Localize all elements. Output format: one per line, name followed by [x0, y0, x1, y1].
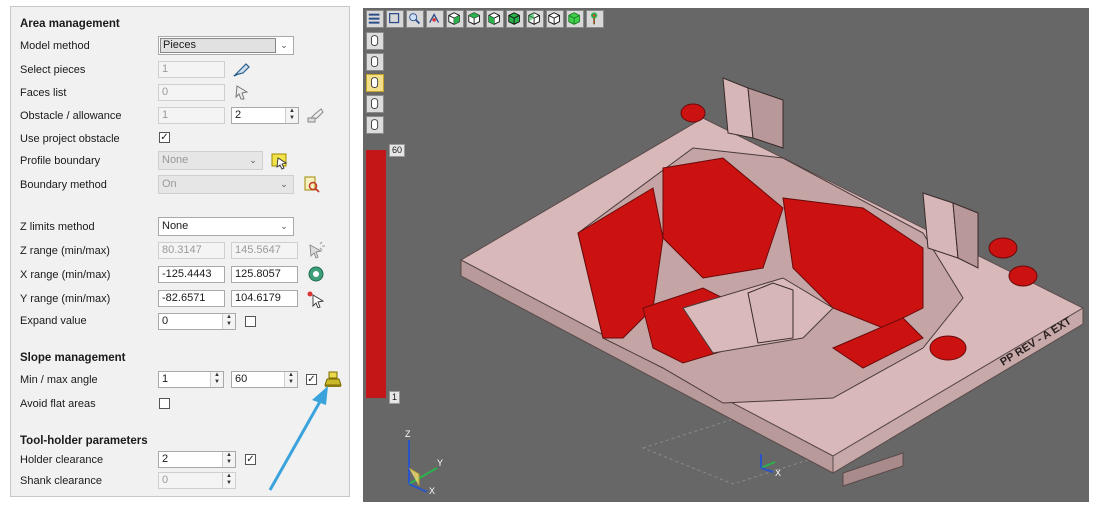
holder-clearance-stepper[interactable]: 2 ▲ ▼ — [158, 451, 236, 468]
shank-clearance-stepper[interactable]: 0 ▲ ▼ — [158, 472, 236, 489]
y-axis-label: Y — [437, 458, 443, 468]
use-project-obstacle-checkbox[interactable]: ✓ — [159, 132, 170, 143]
min-angle-spin-buttons[interactable]: ▲ ▼ — [210, 372, 223, 387]
min-angle-value: 1 — [162, 373, 169, 385]
boundary-method-select[interactable]: On ⌄ — [158, 175, 294, 194]
min-max-angle-label: Min / max angle — [20, 374, 98, 386]
obstacle-allowance-label: Obstacle / allowance — [20, 110, 122, 122]
faces-list-field[interactable]: 0 — [158, 84, 225, 101]
shank-clearance-spin-buttons[interactable]: ▲ ▼ — [222, 473, 235, 488]
max-angle-value: 60 — [235, 373, 248, 385]
z-limits-method-value: None — [162, 220, 189, 232]
z-range-label: Z range (min/max) — [20, 245, 110, 257]
expand-value-stepper[interactable]: 0 ▲ ▼ — [158, 313, 236, 330]
avoid-flat-areas-label: Avoid flat areas — [20, 398, 96, 410]
allowance-value: 2 — [235, 109, 242, 121]
z-limits-method-label: Z limits method — [20, 221, 95, 233]
select-pieces-label: Select pieces — [20, 64, 86, 76]
origin-x-label: X — [775, 468, 781, 478]
faces-list-label: Faces list — [20, 87, 67, 99]
use-project-obstacle-label: Use project obstacle — [20, 133, 120, 145]
model-method-select[interactable]: Pieces ⌄ — [158, 36, 294, 55]
pick-faces-icon[interactable] — [232, 83, 252, 101]
avoid-flat-areas-checkbox[interactable] — [159, 398, 170, 409]
x-range-max-field[interactable]: 125.8057 — [231, 266, 298, 283]
shank-clearance-label: Shank clearance — [20, 475, 102, 487]
allowance-spin-buttons[interactable]: ▲ ▼ — [285, 108, 298, 123]
obstacle-pick-icon[interactable] — [306, 106, 326, 124]
expand-value-label: Expand value — [20, 315, 87, 327]
x-range-pick-icon[interactable] — [306, 265, 326, 283]
z-axis-label: Z — [405, 429, 411, 439]
boundary-method-value: On — [162, 178, 177, 190]
model-method-value: Pieces — [160, 38, 276, 53]
profile-boundary-select[interactable]: None ⌄ — [158, 151, 263, 170]
y-range-min-field[interactable]: -82.6571 — [158, 290, 225, 307]
expand-value-spin-buttons[interactable]: ▲ ▼ — [222, 314, 235, 329]
expand-value-checkbox[interactable] — [245, 316, 256, 327]
select-pieces-field[interactable]: 1 — [158, 61, 225, 78]
x-range-label: X range (min/max) — [20, 269, 111, 281]
profile-boundary-value: None — [162, 154, 189, 166]
slope-management-heading: Slope management — [20, 352, 126, 364]
shank-clearance-value: 0 — [162, 474, 169, 486]
chevron-down-icon: ⌄ — [249, 155, 257, 165]
origin-triad: X — [760, 454, 781, 478]
y-range-label: Y range (min/max) — [20, 293, 111, 305]
expand-value: 0 — [162, 315, 169, 327]
z-range-max-field[interactable]: 145.5647 — [231, 242, 298, 259]
axis-triad: Z Y X — [405, 429, 443, 496]
z-range-min-field[interactable]: 80.3147 — [158, 242, 225, 259]
x-axis-label: X — [429, 486, 435, 496]
chevron-down-icon: ⌄ — [280, 179, 288, 189]
annotation-arrow — [268, 386, 328, 491]
x-range-min-field[interactable]: -125.4443 — [158, 266, 225, 283]
tool-holder-heading: Tool-holder parameters — [20, 435, 148, 447]
chevron-down-icon: ⌄ — [280, 221, 288, 231]
boundary-pick-icon[interactable] — [270, 152, 290, 170]
model-method-label: Model method — [20, 40, 90, 52]
chevron-down-icon: ⌄ — [280, 40, 288, 50]
3d-viewport[interactable]: 60 1 PP REV - A EXT Z Y X X — [363, 8, 1089, 502]
y-range-max-field[interactable]: 104.6179 — [231, 290, 298, 307]
allowance-stepper[interactable]: 2 ▲ ▼ — [231, 107, 299, 124]
holder-clearance-spin-buttons[interactable]: ▲ ▼ — [222, 452, 235, 467]
z-range-pick-icon[interactable] — [306, 241, 326, 259]
holder-clearance-label: Holder clearance — [20, 454, 104, 466]
boundary-method-icon[interactable] — [302, 175, 322, 193]
part-model[interactable]: PP REV - A EXT — [363, 8, 1089, 502]
profile-boundary-label: Profile boundary — [20, 155, 101, 167]
boundary-method-label: Boundary method — [20, 179, 107, 191]
area-management-heading: Area management — [20, 18, 120, 30]
holder-clearance-checkbox[interactable]: ✓ — [245, 454, 256, 465]
y-range-pick-icon[interactable] — [306, 290, 326, 308]
obstacle-field[interactable]: 1 — [158, 107, 225, 124]
min-angle-stepper[interactable]: 1 ▲ ▼ — [158, 371, 224, 388]
z-limits-method-select[interactable]: None ⌄ — [158, 217, 294, 236]
pick-pieces-icon[interactable] — [232, 60, 252, 78]
holder-clearance-value: 2 — [162, 453, 169, 465]
